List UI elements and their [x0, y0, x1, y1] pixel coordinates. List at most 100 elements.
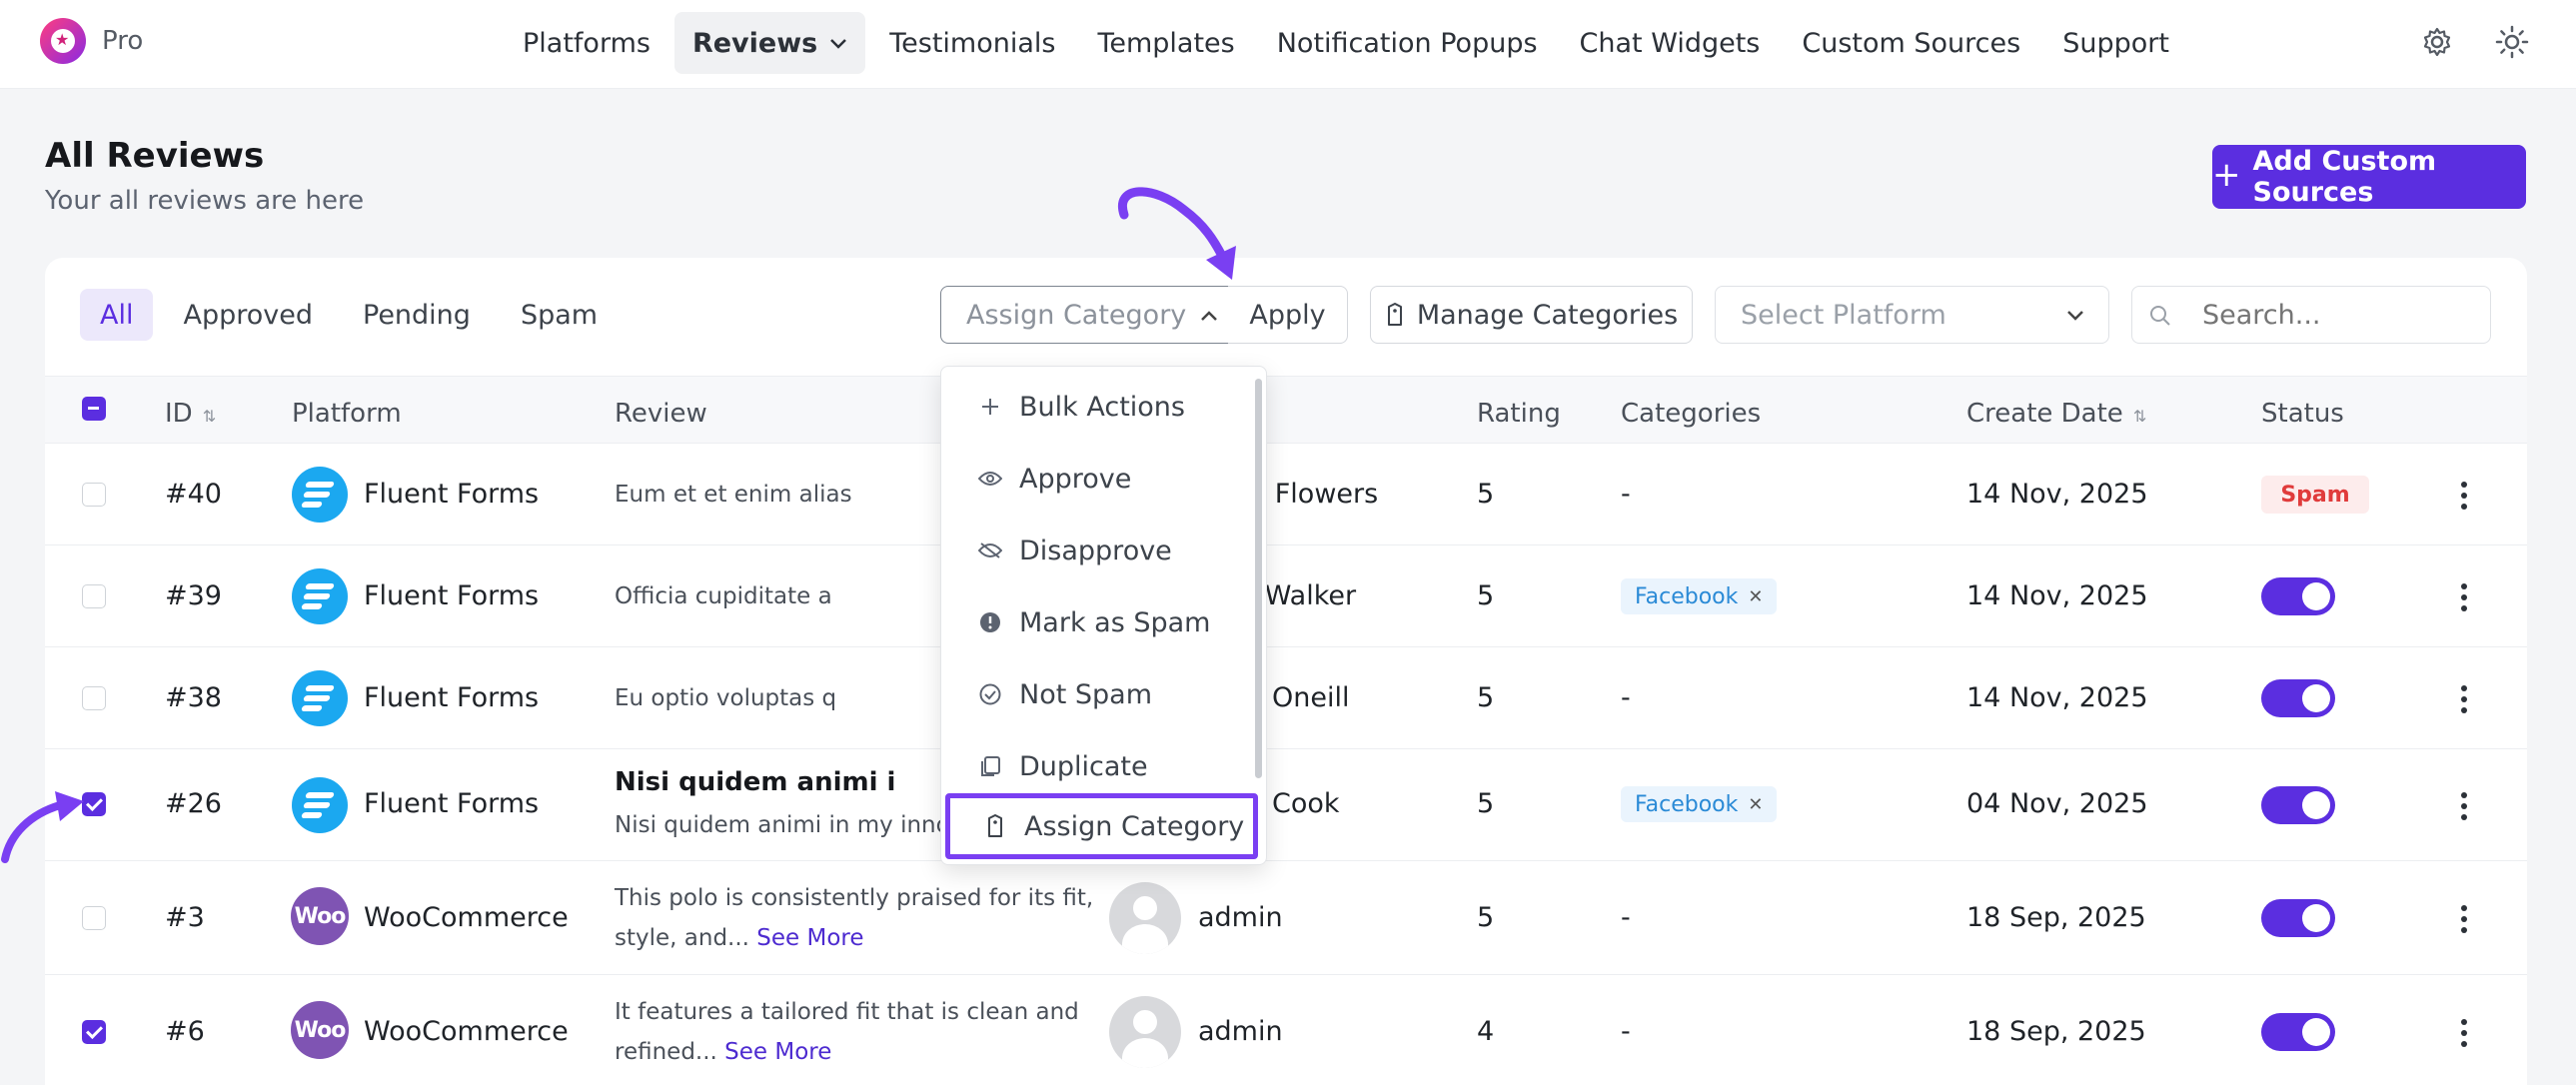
review-text-continued: refined... See More — [615, 1039, 831, 1065]
platform-select[interactable]: Select Platform — [1715, 286, 2109, 344]
platform-name: WooCommerce — [364, 902, 569, 933]
create-date: 18 Sep, 2025 — [1966, 1016, 2146, 1047]
more-options-icon[interactable] — [2460, 482, 2468, 510]
create-date: 18 Sep, 2025 — [1966, 902, 2146, 933]
column-header-review: Review — [615, 399, 707, 429]
review-excerpt: refined... — [615, 1039, 717, 1065]
row-checkbox[interactable] — [82, 584, 106, 608]
column-label: Create Date — [1966, 399, 2123, 429]
rating-value: 5 — [1477, 788, 1495, 819]
nav-item-notification-popups[interactable]: Notification Popups — [1259, 12, 1556, 74]
column-label: ID — [165, 399, 193, 429]
rating-value: 5 — [1477, 902, 1495, 933]
brand-label: Pro — [102, 26, 144, 56]
plus-icon: + — [2212, 155, 2241, 195]
manage-categories-button[interactable]: Manage Categories — [1370, 286, 1693, 344]
nav-item-custom-sources[interactable]: Custom Sources — [1784, 12, 2038, 74]
remove-icon[interactable]: ✕ — [1748, 794, 1763, 815]
see-more-link[interactable]: See More — [756, 925, 863, 951]
category-label: Facebook — [1635, 791, 1739, 817]
more-options-icon[interactable] — [2460, 1019, 2468, 1047]
review-text: It features a tailored fit that is clean… — [615, 999, 1079, 1025]
more-options-icon[interactable] — [2460, 583, 2468, 611]
create-date: 04 Nov, 2025 — [1966, 788, 2148, 819]
fluent-forms-icon — [292, 568, 348, 624]
nav-label: Templates — [1097, 27, 1235, 59]
menu-item-not-spam[interactable]: Not Spam — [941, 664, 1241, 724]
app-logo[interactable]: ★ — [40, 18, 86, 64]
status-toggle[interactable] — [2261, 1013, 2335, 1051]
plus-icon — [977, 397, 1003, 417]
menu-item-label: Not Spam — [1019, 678, 1153, 710]
platform-name: Fluent Forms — [364, 788, 540, 819]
table-row: #39 Fluent Forms Officia cupiditate a n … — [45, 545, 2527, 647]
chevron-down-icon — [829, 31, 847, 55]
status-toggle[interactable] — [2261, 899, 2335, 937]
row-checkbox[interactable] — [82, 906, 106, 930]
sun-icon[interactable] — [2492, 22, 2532, 62]
row-checkbox[interactable] — [82, 686, 106, 710]
table-row: #6 Woo WooCommerce It features a tailore… — [45, 975, 2527, 1085]
category-tag: Facebook ✕ — [1621, 578, 1778, 614]
tab-spam[interactable]: Spam — [501, 289, 618, 341]
column-header-create-date[interactable]: Create Date ⇅ — [1966, 399, 2146, 429]
menu-item-label: Assign Category — [1024, 810, 1245, 842]
fluent-forms-icon — [292, 777, 348, 833]
tab-approved[interactable]: Approved — [163, 289, 333, 341]
menu-item-bulk-actions[interactable]: Bulk Actions — [941, 377, 1241, 437]
status-toggle[interactable] — [2261, 679, 2335, 717]
star-icon: ★ — [55, 30, 70, 49]
fluent-forms-icon — [292, 467, 348, 523]
add-custom-sources-button[interactable]: + Add Custom Sources — [2212, 145, 2526, 209]
platform-name: Fluent Forms — [364, 479, 540, 510]
main-nav: Platforms Reviews Testimonials Templates… — [505, 12, 2187, 74]
column-header-id[interactable]: ID ⇅ — [165, 399, 216, 429]
nav-item-testimonials[interactable]: Testimonials — [871, 12, 1073, 74]
see-more-link[interactable]: See More — [724, 1039, 831, 1065]
nav-label: Custom Sources — [1802, 27, 2021, 59]
avatar — [1109, 996, 1181, 1068]
bulk-action-select[interactable]: Assign Category — [940, 286, 1229, 344]
tab-pending[interactable]: Pending — [343, 289, 491, 341]
reviewer-name: admin — [1198, 1016, 1283, 1047]
nav-label: Support — [2062, 27, 2169, 59]
menu-item-assign-category[interactable]: Assign Category — [945, 793, 1258, 859]
reviewer-name: admin — [1198, 902, 1283, 933]
nav-item-support[interactable]: Support — [2044, 12, 2187, 74]
menu-item-disapprove[interactable]: Disapprove — [941, 521, 1241, 580]
category-empty: - — [1621, 1016, 1631, 1047]
category-empty: - — [1621, 902, 1631, 933]
select-all-checkbox[interactable] — [82, 397, 106, 421]
nav-item-chat-widgets[interactable]: Chat Widgets — [1562, 12, 1779, 74]
annotation-arrow-checkbox — [1, 791, 84, 863]
nav-item-templates[interactable]: Templates — [1079, 12, 1252, 74]
status-toggle[interactable] — [2261, 786, 2335, 824]
more-options-icon[interactable] — [2460, 792, 2468, 820]
menu-item-label: Mark as Spam — [1019, 606, 1211, 638]
tab-all[interactable]: All — [80, 289, 154, 341]
status-toggle[interactable] — [2261, 577, 2335, 615]
menu-item-approve[interactable]: Approve — [941, 449, 1241, 509]
nav-item-reviews[interactable]: Reviews — [673, 12, 866, 74]
select-placeholder: Select Platform — [1741, 299, 1946, 331]
remove-icon[interactable]: ✕ — [1748, 586, 1763, 607]
dropdown-scrollbar[interactable] — [1255, 379, 1262, 778]
menu-item-mark-as-spam[interactable]: Mark as Spam — [941, 592, 1241, 652]
search-icon — [2150, 306, 2170, 326]
more-options-icon[interactable] — [2460, 685, 2468, 713]
status-badge: Spam — [2261, 476, 2369, 514]
table-row: #40 Fluent Forms Eum et et enim alias et… — [45, 444, 2527, 545]
review-text: Eu optio voluptas q — [615, 685, 837, 711]
apply-button[interactable]: Apply — [1228, 286, 1348, 344]
more-options-icon[interactable] — [2460, 905, 2468, 933]
rating-value: 4 — [1477, 1016, 1495, 1047]
nav-label: Notification Popups — [1276, 27, 1538, 59]
search-input[interactable] — [2202, 299, 2462, 331]
button-label: Manage Categories — [1416, 299, 1679, 331]
nav-item-platforms[interactable]: Platforms — [505, 12, 668, 74]
row-checkbox[interactable] — [82, 483, 106, 507]
row-checkbox[interactable] — [82, 1020, 106, 1044]
gear-icon[interactable] — [2417, 22, 2457, 62]
menu-item-duplicate[interactable]: Duplicate — [941, 736, 1241, 796]
review-id: #3 — [165, 902, 205, 933]
